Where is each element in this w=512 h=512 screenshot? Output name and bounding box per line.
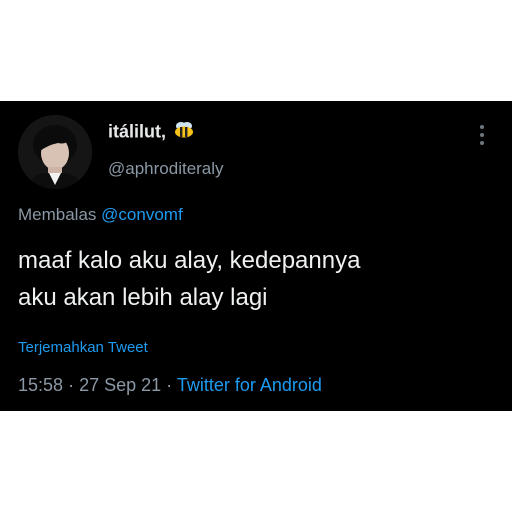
meta-separator: · [166, 375, 173, 395]
reply-context: Membalas @convomf [18, 205, 183, 225]
tweet-card: itálilut, @aphroditeraly Membalas @convo… [0, 101, 512, 411]
avatar[interactable] [18, 115, 92, 189]
reply-mention-link[interactable]: @convomf [101, 205, 183, 224]
translate-tweet-link[interactable]: Terjemahkan Tweet [18, 339, 148, 356]
tweet-text-line: aku akan lebih alay lagi [18, 284, 268, 311]
tweet-meta: 15:58 · 27 Sep 21 · Twitter for Android [18, 375, 322, 396]
display-name-row[interactable]: itálilut, [108, 121, 195, 144]
user-handle[interactable]: @aphroditeraly [108, 159, 224, 179]
more-vertical-icon[interactable] [476, 123, 488, 147]
bee-emoji-icon [173, 121, 195, 144]
tweet-time[interactable]: 15:58 [18, 375, 63, 395]
avatar-image [18, 115, 92, 189]
meta-separator: · [68, 375, 75, 395]
tweet-text: maaf kalo aku alay, kedepannya aku akan … [18, 242, 498, 316]
tweet-date[interactable]: 27 Sep 21 [79, 375, 161, 395]
tweet-text-line: maaf kalo aku alay, kedepannya [18, 247, 361, 274]
display-name[interactable]: itálilut, [108, 121, 166, 141]
reply-prefix: Membalas [18, 205, 97, 224]
tweet-source-link[interactable]: Twitter for Android [177, 375, 322, 395]
